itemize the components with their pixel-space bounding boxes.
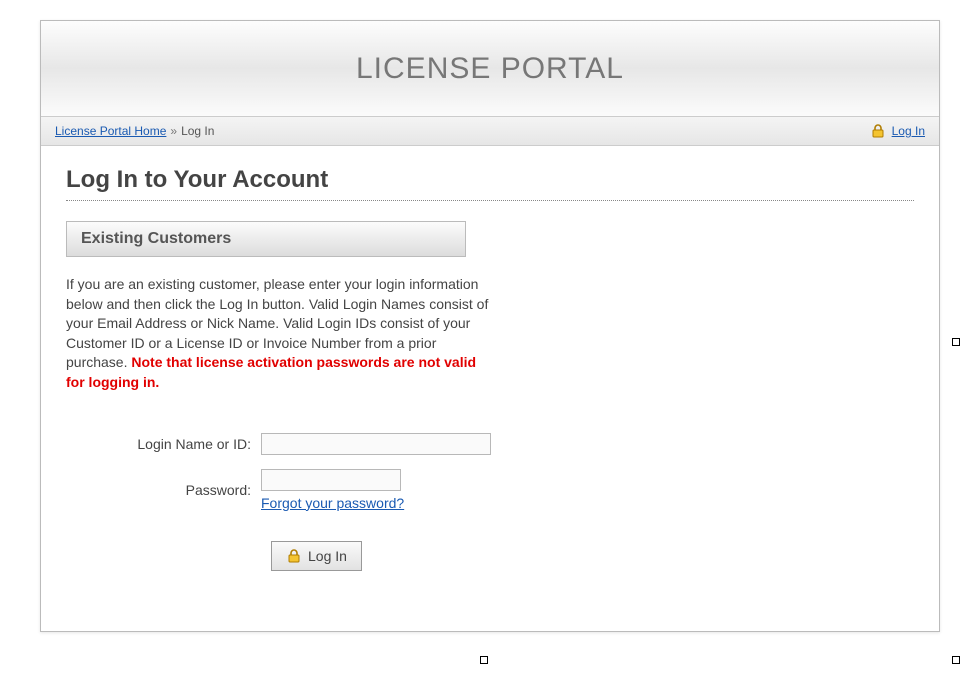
login-label: Login Name or ID:: [66, 436, 261, 452]
header-banner: LICENSE PORTAL: [41, 21, 939, 116]
app-title: LICENSE PORTAL: [356, 52, 624, 86]
lock-icon: [870, 123, 886, 139]
password-label: Password:: [66, 482, 261, 498]
form-row-login: Login Name or ID:: [66, 433, 914, 455]
app-window: LICENSE PORTAL License Portal Home » Log…: [40, 20, 940, 632]
section-header-existing-customers: Existing Customers: [66, 221, 466, 257]
forgot-password-link[interactable]: Forgot your password?: [261, 495, 404, 511]
breadcrumb-bar: License Portal Home » Log In Log In: [41, 116, 939, 146]
resize-handle-right[interactable]: [952, 338, 960, 346]
header-login-area: Log In: [870, 123, 925, 139]
resize-handle-corner[interactable]: [952, 656, 960, 664]
breadcrumb-separator: »: [170, 124, 177, 138]
header-login-link[interactable]: Log In: [892, 124, 925, 138]
login-button[interactable]: Log In: [271, 541, 362, 571]
lock-icon: [286, 548, 302, 564]
breadcrumb-home-link[interactable]: License Portal Home: [55, 124, 166, 138]
form-row-password: Password: Forgot your password?: [66, 469, 914, 511]
login-input[interactable]: [261, 433, 491, 455]
breadcrumb: License Portal Home » Log In: [55, 124, 214, 138]
page-title: Log In to Your Account: [66, 166, 914, 194]
title-divider: [66, 200, 914, 201]
login-form: Login Name or ID: Password: Forgot your …: [66, 433, 914, 571]
password-input[interactable]: [261, 469, 401, 491]
breadcrumb-current: Log In: [181, 124, 214, 138]
resize-handle-bottom[interactable]: [480, 656, 488, 664]
login-button-label: Log In: [308, 548, 347, 564]
instructions-text: If you are an existing customer, please …: [66, 275, 496, 393]
content-area: Log In to Your Account Existing Customer…: [41, 146, 939, 631]
